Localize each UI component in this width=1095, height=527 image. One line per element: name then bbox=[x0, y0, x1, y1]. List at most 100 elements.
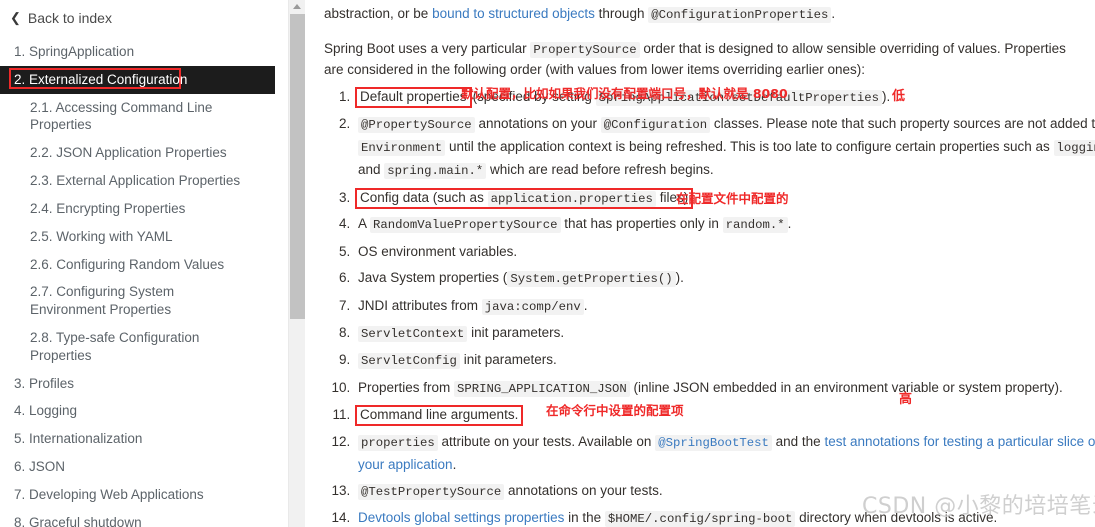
text: classes. Please note that such property … bbox=[710, 116, 1095, 132]
text: and bbox=[358, 162, 385, 178]
sidebar-item-2[interactable]: 2. Externalized Configuration bbox=[0, 65, 275, 94]
highlighted-annotation-box: Default properties bbox=[355, 87, 472, 108]
sidebar-item-7[interactable]: 2.5. Working with YAML bbox=[0, 223, 288, 251]
back-to-index-label: Back to index bbox=[27, 10, 112, 26]
inline-code: application.properties bbox=[487, 190, 656, 207]
sidebar-item-label: 2.5. Working with YAML bbox=[30, 228, 173, 244]
list-item: OS environment variables. bbox=[354, 241, 1095, 263]
scroll-up-button[interactable] bbox=[289, 0, 305, 13]
highlighted-annotation-box: Config data (such as application.propert… bbox=[355, 187, 694, 209]
annotation-default-properties: 默认配置，比如如果我们没有配置端口号，默认就是 8080 bbox=[461, 86, 788, 101]
text: ). bbox=[675, 270, 684, 286]
text: init parameters. bbox=[467, 325, 565, 341]
inline-code: spring.main.* bbox=[384, 163, 487, 180]
text: through bbox=[594, 6, 649, 21]
paragraph-abstraction: abstraction, or be bound to structured o… bbox=[324, 4, 1084, 25]
sidebar-item-label: 2.7. Configuring System Environment Prop… bbox=[30, 284, 175, 318]
sidebar-item-8[interactable]: 2.6. Configuring Random Values bbox=[0, 251, 288, 279]
sidebar-item-label: 2.4. Encrypting Properties bbox=[30, 200, 186, 216]
text: Properties from bbox=[358, 379, 455, 395]
text: which are read before refresh begins. bbox=[486, 162, 714, 178]
sidebar-item-label: 1. SpringApplication bbox=[14, 44, 135, 59]
sidebar-item-label: 2.8. Type-safe Configuration Properties bbox=[30, 329, 200, 363]
inline-code: java:comp/env bbox=[481, 298, 584, 315]
annotation-config-file: 在配置文件中配置的 bbox=[676, 191, 789, 206]
highlighted-annotation-box: Command line arguments. bbox=[355, 405, 524, 427]
text: annotations on your tests. bbox=[504, 482, 663, 498]
property-source-order-list: Default properties(specified by setting … bbox=[324, 86, 1095, 527]
sidebar-item-11[interactable]: 3. Profiles bbox=[0, 370, 288, 398]
chevron-left-icon: ❮ bbox=[10, 9, 21, 25]
inline-code: logging.* bbox=[1053, 140, 1095, 157]
sidebar-item-label: 6. JSON bbox=[14, 459, 66, 474]
sidebar-scrollbar[interactable] bbox=[288, 0, 305, 527]
sidebar-item-label: 2. Externalized Configuration bbox=[14, 71, 188, 87]
inline-code: @PropertySource bbox=[358, 117, 475, 134]
sidebar-item-9[interactable]: 2.7. Configuring System Environment Prop… bbox=[0, 278, 288, 324]
sidebar-item-3[interactable]: 2.1. Accessing Command Line Properties bbox=[0, 94, 288, 140]
sidebar-item-label: 7. Developing Web Applications bbox=[14, 486, 204, 502]
sidebar-item-4[interactable]: 2.2. JSON Application Properties bbox=[0, 139, 288, 167]
inline-code: Environment bbox=[358, 140, 446, 157]
text: . bbox=[583, 297, 588, 313]
list-item: Properties from SPRING_APPLICATION_JSON … bbox=[354, 377, 1095, 400]
sidebar-item-label: 2.6. Configuring Random Values bbox=[30, 256, 225, 272]
arrow-label-low: 低 bbox=[892, 89, 906, 104]
text: . bbox=[452, 456, 457, 472]
list-item: @PropertySource annotations on your @Con… bbox=[354, 113, 1095, 182]
inline-code: System.getProperties() bbox=[507, 271, 676, 288]
sidebar-item-16[interactable]: 8. Graceful shutdown bbox=[0, 509, 288, 527]
back-to-index-link[interactable]: ❮ Back to index bbox=[10, 10, 112, 26]
sidebar-item-label: 8. Graceful shutdown bbox=[14, 514, 142, 527]
text: (inline JSON embedded in an environment … bbox=[629, 379, 1063, 395]
inline-code: ServletConfig bbox=[358, 353, 460, 370]
text: init parameters. bbox=[459, 352, 557, 368]
list-item: JNDI attributes from java:comp/env. bbox=[354, 295, 1095, 318]
sidebar-item-label: 2.2. JSON Application Properties bbox=[30, 145, 227, 161]
scrollbar-thumb[interactable] bbox=[290, 14, 305, 319]
text: Spring Boot uses a very particular bbox=[324, 41, 531, 56]
text: A bbox=[358, 216, 371, 232]
text: JNDI attributes from bbox=[358, 297, 482, 313]
sidebar-item-6[interactable]: 2.4. Encrypting Properties bbox=[0, 195, 288, 223]
sidebar-item-1[interactable]: 1. SpringApplication bbox=[0, 38, 288, 66]
inline-code: @TestPropertySource bbox=[358, 483, 505, 500]
text: . bbox=[787, 216, 792, 232]
triangle-up-icon bbox=[293, 4, 301, 9]
text: attribute on your tests. Available on bbox=[437, 433, 656, 449]
inline-code: RandomValuePropertySource bbox=[370, 217, 561, 234]
sidebar-item-15[interactable]: 7. Developing Web Applications bbox=[0, 481, 288, 509]
text: in the bbox=[564, 510, 605, 526]
sidebar: ❮ Back to index 1. SpringApplication 2. E… bbox=[0, 0, 288, 527]
sidebar-item-10[interactable]: 2.8. Type-safe Configuration Properties bbox=[0, 324, 288, 370]
sidebar-item-12[interactable]: 4. Logging bbox=[0, 397, 288, 425]
text: Default properties bbox=[360, 89, 467, 104]
sidebar-item-label: 2.1. Accessing Command Line Properties bbox=[30, 99, 213, 133]
bound-to-structured-objects-link[interactable]: bound to structured objects bbox=[432, 6, 595, 21]
inline-code: ServletContext bbox=[358, 326, 468, 343]
list-item: properties attribute on your tests. Avai… bbox=[354, 431, 1095, 476]
sidebar-item-14[interactable]: 6. JSON bbox=[0, 453, 288, 481]
content-link[interactable]: Devtools global settings properties bbox=[358, 510, 564, 525]
text: . bbox=[831, 6, 836, 21]
annotation-command-line: 在命令行中设置的配置项 bbox=[546, 403, 684, 418]
text: Java System properties ( bbox=[358, 270, 508, 286]
text: Config data (such as bbox=[360, 189, 488, 205]
main-content: abstraction, or be bound to structured o… bbox=[306, 0, 1095, 527]
inline-code: random.* bbox=[722, 217, 788, 234]
sidebar-item-5[interactable]: 2.3. External Application Properties bbox=[0, 167, 288, 195]
arrow-label-high: 高 bbox=[899, 392, 913, 407]
text: and the bbox=[771, 433, 825, 449]
table-of-contents: 1. SpringApplication 2. Externalized Conf… bbox=[0, 38, 288, 527]
springboottest-link[interactable]: @SpringBootTest bbox=[655, 434, 772, 451]
text: annotations on your bbox=[474, 116, 601, 132]
paragraph-propertysource-order: Spring Boot uses a very particular Prope… bbox=[324, 39, 1086, 81]
sidebar-item-13[interactable]: 5. Internationalization bbox=[0, 425, 288, 453]
list-item: A RandomValuePropertySource that has pro… bbox=[354, 213, 1095, 236]
sidebar-item-label: 5. Internationalization bbox=[14, 431, 143, 447]
list-item: ServletContext init parameters. bbox=[354, 322, 1095, 345]
list-item: Java System properties (System.getProper… bbox=[354, 267, 1095, 290]
sidebar-item-label: 2.3. External Application Properties bbox=[30, 173, 241, 189]
inline-code: $HOME/.config/spring-boot bbox=[604, 511, 796, 527]
sidebar-item-label: 3. Profiles bbox=[14, 375, 75, 391]
